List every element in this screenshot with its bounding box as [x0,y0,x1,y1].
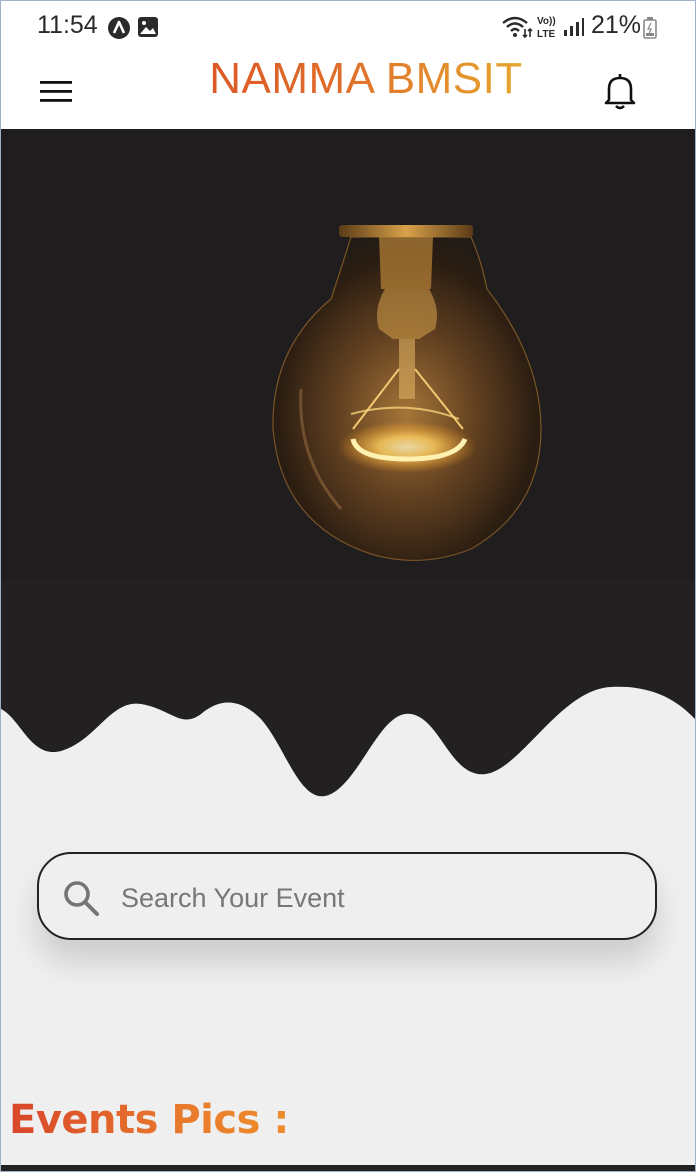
events-pics-title: Events Pics : [9,1097,289,1143]
search-bar[interactable] [37,852,657,940]
wifi-icon [501,15,533,44]
bottom-divider [1,1165,695,1171]
svg-text:Vo)): Vo)) [537,16,556,27]
search-icon [64,881,99,916]
status-bar: 11:54 Vo)) LTE 21% [1,1,695,55]
volte-lte-icon: Vo)) LTE [536,14,558,45]
battery-icon [643,17,657,44]
battery-level: 21% [591,11,642,39]
bell-icon[interactable] [597,67,643,113]
svg-text:LTE: LTE [537,29,555,40]
gallery-icon [137,16,159,43]
app-notification-icon [107,16,131,45]
status-time: 11:54 [37,11,98,39]
app-title: NAMMA BMSIT [1,55,695,129]
search-input[interactable] [119,868,623,928]
signal-icon [563,17,585,42]
hero-banner [1,129,695,809]
light-bulb-illustration [1,129,695,809]
app-bar: NAMMA BMSIT [1,55,695,129]
app-screen: 11:54 Vo)) LTE 21% NAMMA BMSIT Search Yo… [0,0,696,1172]
